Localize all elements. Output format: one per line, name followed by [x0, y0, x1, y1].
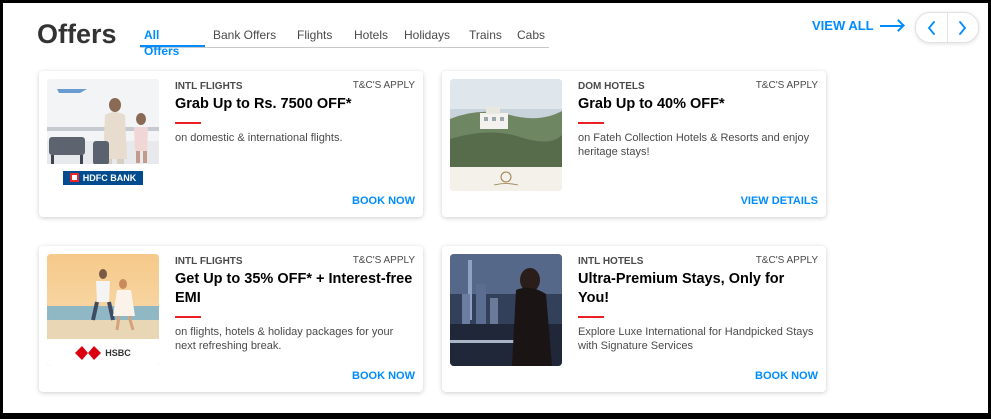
tab-trains[interactable]: Trains [461, 27, 509, 47]
tnc-label: T&C'S APPLY [755, 80, 818, 91]
offer-card[interactable]: DOM HOTELS T&C'S APPLY Grab Up to 40% OF… [442, 71, 826, 217]
offer-description: on flights, hotels & holiday packages fo… [175, 326, 394, 352]
hdfc-mark-icon [69, 173, 79, 182]
offer-headline: Get Up to 35% OFF* + Interest-free EMI [175, 271, 413, 306]
view-all-label: VIEW ALL [812, 18, 874, 33]
hdfc-bank-logo: HDFC BANK [63, 170, 143, 185]
offer-card[interactable]: HDFC BANK INTL FLIGHTS T&C'S APPLY Grab … [39, 71, 423, 217]
view-details-button[interactable]: VIEW DETAILS [741, 195, 818, 207]
headline-divider [175, 316, 201, 318]
book-now-button[interactable]: BOOK NOW [755, 370, 818, 382]
offer-image-hotel [450, 79, 562, 191]
headline-divider [578, 122, 604, 124]
offer-category: INTL HOTELS [578, 256, 644, 267]
offer-category: DOM HOTELS [578, 81, 645, 92]
bank-logo-text: HDFC BANK [82, 172, 137, 183]
chevron-left-icon [927, 20, 935, 35]
offer-tabs: All Offers Bank Offers Flights Hotels Ho… [140, 27, 549, 58]
offer-image-city [450, 254, 562, 366]
book-now-button[interactable]: BOOK NOW [352, 370, 415, 382]
tab-all-offers[interactable]: All Offers [140, 27, 205, 58]
bank-logo-text: HSBC [105, 347, 131, 358]
headline-divider [578, 316, 604, 318]
book-now-button[interactable]: BOOK NOW [352, 195, 415, 207]
tab-bank-offers[interactable]: Bank Offers [205, 27, 289, 47]
offer-image-beach: HSBC [47, 254, 159, 366]
fateh-crest-icon [493, 171, 519, 186]
hsbc-logo: HSBC [75, 345, 131, 360]
carousel-prev-button[interactable] [916, 13, 947, 42]
offer-card[interactable]: HSBC INTL FLIGHTS T&C'S APPLY Get Up to … [39, 246, 423, 392]
offer-headline: Grab Up to 40% OFF* [578, 96, 725, 112]
fateh-collection-logo [450, 167, 562, 191]
offer-category: INTL FLIGHTS [175, 256, 243, 267]
offers-panel: Offers All Offers Bank Offers Flights Ho… [3, 3, 988, 413]
offer-description: on domestic & international flights. [175, 132, 343, 144]
offer-headline: Grab Up to Rs. 7500 OFF* [175, 96, 352, 112]
offer-card[interactable]: INTL HOTELS T&C'S APPLY Ultra-Premium St… [442, 246, 826, 392]
offer-image-airport: HDFC BANK [47, 79, 159, 191]
tnc-label: T&C'S APPLY [352, 80, 415, 91]
city-skyline-image [450, 254, 562, 366]
headline-divider [175, 122, 201, 124]
tnc-label: T&C'S APPLY [352, 255, 415, 266]
arrow-right-icon [879, 24, 902, 27]
carousel-next-button[interactable] [946, 13, 979, 42]
tab-cabs[interactable]: Cabs [509, 27, 549, 47]
carousel-nav [915, 12, 979, 43]
page-title: Offers [37, 19, 117, 49]
tab-holidays[interactable]: Holidays [396, 27, 461, 47]
offer-category: INTL FLIGHTS [175, 81, 243, 92]
tnc-label: T&C'S APPLY [755, 255, 818, 266]
offer-description: on Fateh Collection Hotels & Resorts and… [578, 132, 810, 158]
offer-headline: Ultra-Premium Stays, Only for You! [578, 271, 785, 306]
tab-flights[interactable]: Flights [289, 27, 346, 47]
tab-hotels[interactable]: Hotels [346, 27, 396, 47]
offer-description: Explore Luxe International for Handpicke… [578, 326, 814, 352]
view-all-link[interactable]: VIEW ALL [812, 18, 902, 33]
hsbc-hexagon-icon [75, 345, 102, 360]
bank-logo: HSBC [47, 339, 159, 366]
bank-logo: HDFC BANK [47, 164, 159, 191]
chevron-right-icon [959, 20, 967, 35]
